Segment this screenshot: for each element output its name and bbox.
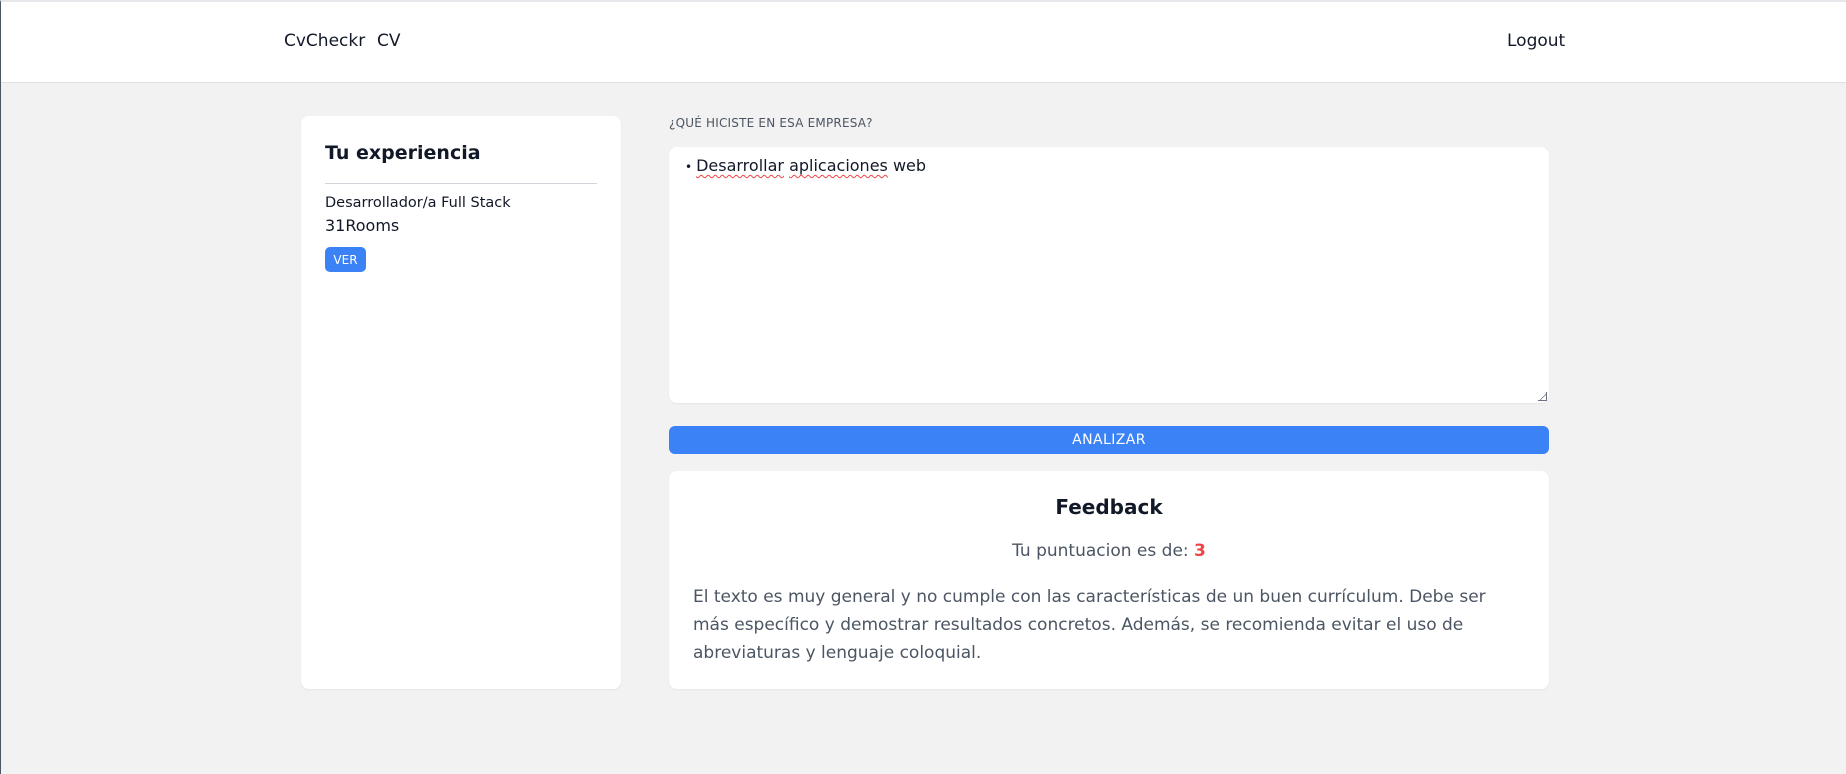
- score-label: Tu puntuacion es de:: [1012, 541, 1189, 561]
- experience-card: Tu experiencia Desarrollador/a Full Stac…: [301, 116, 621, 689]
- navbar: CvCheckr CV Logout: [1, 2, 1846, 83]
- resize-handle-icon[interactable]: [1538, 392, 1547, 401]
- description-text[interactable]: • Desarrollar aplicaciones web: [685, 156, 926, 175]
- bullet-glyph: •: [685, 160, 693, 174]
- experience-title: Tu experiencia: [325, 142, 481, 164]
- feedback-title: Feedback: [1055, 495, 1163, 519]
- analyze-button[interactable]: ANALIZAR: [669, 426, 1549, 454]
- experience-role: Desarrollador/a Full Stack: [325, 195, 511, 211]
- brand-logo[interactable]: CvCheckr: [284, 31, 365, 51]
- experience-company: 31Rooms: [325, 216, 400, 235]
- feedback-card: Feedback Tu puntuacion es de: 3 El texto…: [669, 471, 1549, 689]
- app-frame: CvCheckr CV Logout Tu experiencia Desarr…: [0, 0, 1846, 774]
- nav-link-cv[interactable]: CV: [377, 31, 401, 51]
- logout-button[interactable]: Logout: [1507, 31, 1565, 51]
- spellcheck-word: aplicaciones: [789, 156, 888, 175]
- description-textarea[interactable]: • Desarrollar aplicaciones web: [669, 147, 1549, 403]
- text-word: web: [892, 156, 927, 175]
- score-value: 3: [1194, 541, 1206, 561]
- description-label: ¿QUÉ HICISTE EN ESA EMPRESA?: [669, 116, 873, 130]
- feedback-score: Tu puntuacion es de: 3: [669, 541, 1549, 561]
- ver-button[interactable]: VER: [325, 247, 366, 272]
- spellcheck-word: Desarrollar: [696, 156, 784, 175]
- experience-divider: [325, 183, 597, 184]
- feedback-text: El texto es muy general y no cumple con …: [693, 587, 1486, 663]
